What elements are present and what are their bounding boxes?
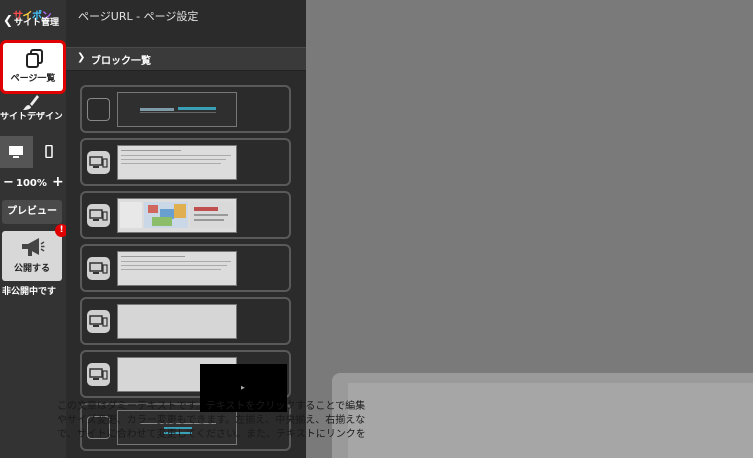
chevron-down-icon: ❯ — [77, 52, 86, 63]
smartphone-view-button[interactable] — [33, 136, 66, 168]
smartphone-icon — [45, 145, 53, 158]
site-design-label: サイトデザイン — [0, 112, 62, 122]
zoom-out-button[interactable]: − — [3, 175, 14, 190]
block-item[interactable] — [80, 244, 291, 292]
zoom-level: 100% — [16, 178, 47, 189]
device-visibility-icon[interactable] — [87, 151, 110, 174]
publish-status: 非公開中です — [2, 287, 57, 297]
text-line: この文章はダミーテキストです。テキストをクリックすることで編集 — [57, 401, 366, 412]
left-toolbar: ❮ サイポン サイト管理 ページ一覧 サイトデザイン − 100% + プレビュ… — [0, 0, 68, 458]
block-thumbnail — [117, 145, 237, 180]
panel-title: ページURL - ページ設定 — [78, 10, 199, 23]
megaphone-icon — [22, 238, 45, 256]
text-line: で、サイトに合わせて変更してください。また、テキストにリンクを — [57, 429, 366, 440]
block-list-header[interactable]: ❯ ブロック一覧 — [66, 47, 306, 71]
page-list-button[interactable]: ページ一覧 — [0, 40, 66, 94]
zoom-control: − 100% + — [0, 174, 66, 194]
preview-button[interactable]: プレビュー — [2, 200, 62, 224]
block-thumbnail — [117, 304, 237, 339]
publish-label: 公開する — [13, 264, 50, 274]
zoom-in-button[interactable]: + — [52, 174, 64, 190]
pages-icon — [26, 49, 43, 68]
page-list-label: ページ一覧 — [10, 74, 56, 84]
device-visibility-icon[interactable] — [87, 363, 110, 386]
block-thumbnail — [117, 92, 237, 127]
device-visibility-icon[interactable] — [87, 257, 110, 280]
block-item[interactable] — [80, 297, 291, 345]
dummy-text-block[interactable]: この文章はダミーテキストです。テキストをクリックすることで編集 やサイズ変更、カ… — [57, 400, 447, 442]
site-design-button[interactable]: サイトデザイン — [0, 94, 66, 136]
block-list-label: ブロック一覧 — [91, 56, 151, 67]
device-visibility-icon[interactable] — [87, 204, 110, 227]
page-canvas — [306, 0, 753, 458]
play-icon: ▶ — [241, 385, 245, 391]
device-switcher — [0, 136, 66, 168]
publish-button[interactable]: 公開する — [2, 231, 62, 281]
block-item[interactable] — [80, 191, 291, 239]
block-item[interactable] — [80, 85, 291, 133]
device-visibility-icon[interactable] — [87, 310, 110, 333]
block-list-panel: ページURL - ページ設定 ❯ ブロック一覧 ▶ — [66, 0, 306, 458]
block-thumbnail — [117, 198, 237, 233]
back-to-site-management[interactable]: ❮ サイポン サイト管理 — [0, 4, 66, 36]
text-line: やサイズ変更、カラー変更もできます。左揃え、中央揃え、右揃えな — [57, 415, 366, 426]
back-label: サイト管理 — [14, 18, 60, 28]
chevron-left-icon: ❮ — [3, 13, 14, 27]
block-thumbnail — [117, 251, 237, 286]
pc-view-button[interactable] — [0, 136, 33, 168]
block-checkbox[interactable] — [87, 98, 110, 121]
brush-icon — [23, 95, 39, 110]
desktop-icon — [9, 146, 23, 158]
editor-app: ❮ サイポン サイト管理 ページ一覧 サイトデザイン − 100% + プレビュ… — [0, 0, 753, 458]
block-item[interactable] — [80, 138, 291, 186]
